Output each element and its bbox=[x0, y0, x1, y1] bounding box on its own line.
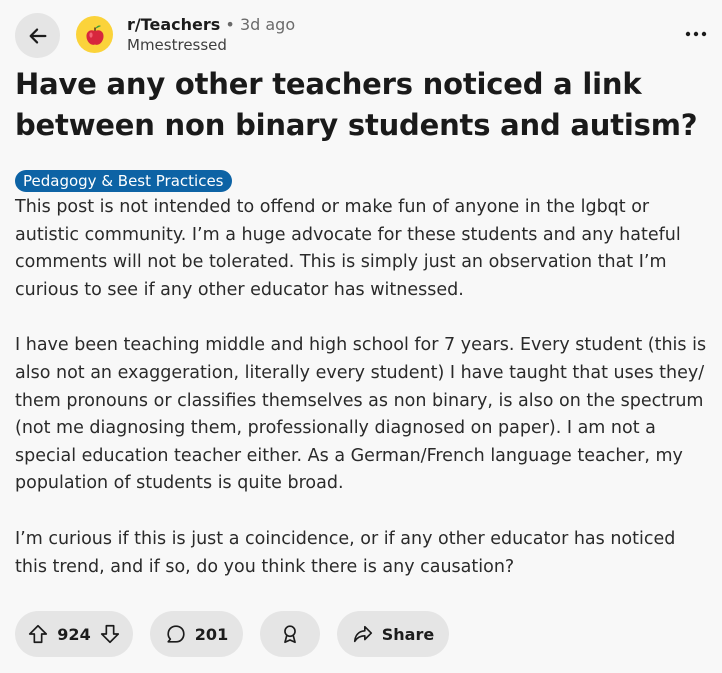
upvote-button[interactable] bbox=[27, 623, 49, 645]
more-horizontal-icon bbox=[685, 31, 707, 37]
back-button[interactable] bbox=[15, 13, 60, 58]
action-bar: 924 201 Share bbox=[15, 611, 449, 657]
post-flair[interactable]: Pedagogy & Best Practices bbox=[15, 170, 232, 192]
post-meta-line: r/Teachers • 3d ago bbox=[127, 15, 295, 35]
post-meta: r/Teachers • 3d ago Mmestressed bbox=[127, 15, 295, 55]
post-paragraph: I’m curious if this is just a coincidenc… bbox=[15, 528, 676, 577]
vote-control: 924 bbox=[15, 611, 133, 657]
award-icon bbox=[284, 625, 296, 644]
post-title: Have any other teachers noticed a link b… bbox=[15, 67, 698, 142]
arrow-left-icon bbox=[29, 27, 46, 44]
subreddit-avatar[interactable] bbox=[76, 16, 113, 53]
post-paragraph: I have been teaching middle and high sch… bbox=[15, 335, 707, 494]
comments-button[interactable]: 201 bbox=[150, 611, 243, 657]
subreddit-link[interactable]: r/Teachers bbox=[127, 15, 220, 34]
award-button[interactable] bbox=[260, 611, 320, 657]
meta-separator: • bbox=[225, 15, 235, 34]
post-age: 3d ago bbox=[239, 15, 296, 34]
more-options-button[interactable] bbox=[683, 22, 709, 46]
post-paragraph: This post is not intended to offend or m… bbox=[15, 197, 681, 300]
share-button[interactable]: Share bbox=[337, 611, 449, 657]
upvote-count: 924 bbox=[57, 624, 91, 644]
comment-count: 201 bbox=[194, 624, 229, 644]
arrow-up-icon bbox=[29, 624, 48, 644]
arrow-down-icon bbox=[100, 624, 119, 644]
post-body: This post is not intended to offend or m… bbox=[15, 194, 712, 609]
share-arrow-icon bbox=[353, 625, 372, 643]
share-label: Share bbox=[381, 624, 435, 644]
downvote-button[interactable] bbox=[99, 623, 121, 645]
apple-icon bbox=[85, 24, 104, 45]
author-link[interactable]: Mmestressed bbox=[127, 35, 295, 55]
comment-bubble-icon bbox=[167, 625, 185, 643]
